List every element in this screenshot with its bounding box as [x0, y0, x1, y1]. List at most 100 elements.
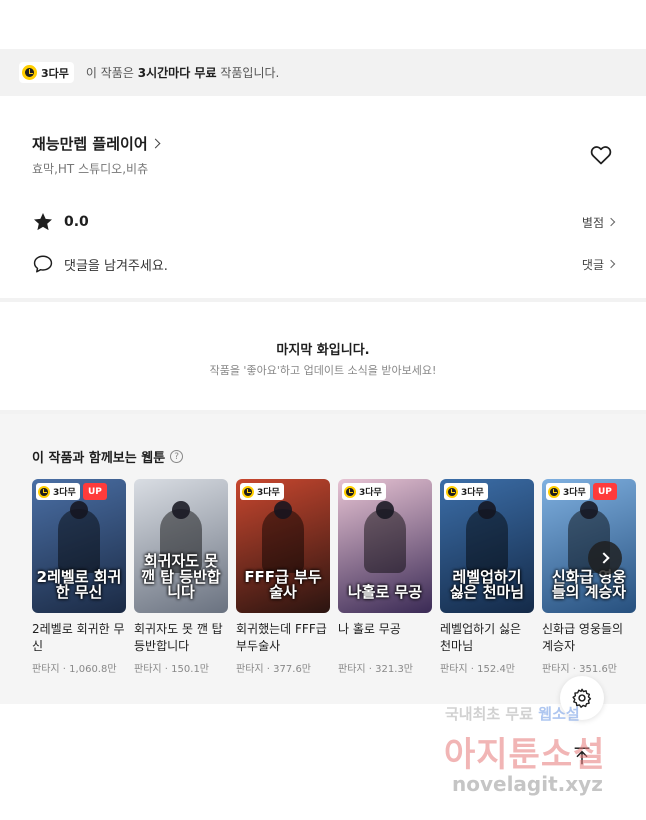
cover-art-figure	[262, 501, 304, 573]
chevron-right-icon	[606, 259, 616, 269]
cover-art-title: 2레벨로 회귀한 무신	[36, 567, 122, 602]
watermark-line1-a: 국내최초 무료	[445, 705, 534, 723]
wait-free-badge-label: 3다무	[41, 66, 69, 80]
recommendation-meta: 판타지 · 377.6만	[236, 660, 330, 675]
cover-art-title: 레벨업하기 싫은 천마님	[449, 567, 525, 602]
watermark-line3: novelagit.xyz	[452, 772, 603, 796]
recommendations-heading-text: 이 작품과 함께보는 웹툰	[32, 451, 166, 466]
recommendation-title[interactable]: 신화급 영웅들의 계승자	[542, 621, 636, 655]
clock-icon	[344, 485, 356, 498]
recommendation-card[interactable]: 3다무 레벨업하기 싫은 천마님 레벨업하기 싫은 천마님 판타지 · 152.4만	[440, 479, 534, 675]
notice-text-prefix: 이 작품은	[85, 66, 134, 80]
last-episode-subtitle: 작품을 '좋아요'하고 업데이트 소식을 받아보세요!	[209, 364, 437, 377]
recommendation-meta: 판타지 · 152.4만	[440, 660, 534, 675]
recommendation-views: 351.6만	[579, 664, 617, 675]
recommendation-views: 377.6만	[273, 664, 311, 675]
wait-free-badge-label: 3다무	[563, 488, 586, 498]
meta-separator: ·	[470, 664, 474, 675]
recommendation-genre: 판타지	[338, 664, 366, 675]
rating-link-label: 별점	[581, 215, 604, 230]
clock-icon	[38, 485, 50, 498]
recommendation-card[interactable]: 3다무 FFF급 부두술사회귀했는데 FFF급 부두술사판타지 · 377.6만	[236, 479, 330, 675]
clock-icon	[22, 65, 37, 80]
wait-free-badge: 3다무	[240, 483, 284, 500]
wait-free-badge: 3다무	[19, 62, 74, 83]
comment-prompt: 댓글을 남겨주세요.	[64, 258, 168, 274]
notice-text-suffix: 작품입니다.	[220, 66, 280, 80]
watermark-line2: 아지툰소설	[444, 735, 606, 775]
recommendations-section: 이 작품과 함께보는 웹툰 ? 3다무 UP 2레벨로 회귀한 무신 2레벨로 회귀한…	[0, 414, 646, 704]
carousel-next-button[interactable]	[588, 541, 622, 575]
work-title: 재능만렙 플레이어	[32, 135, 148, 153]
recommendation-meta: 판타지 · 351.6만	[542, 660, 636, 675]
cover-art-figure	[58, 501, 100, 573]
meta-separator: ·	[368, 664, 372, 675]
meta-separator: ·	[266, 664, 270, 675]
watermark-line1: 국내최초 무료 웹소설	[445, 703, 580, 724]
recommendation-thumbnail[interactable]: 3다무나홀로 무공	[338, 479, 432, 613]
recommendation-views: 1,060.8만	[69, 664, 117, 675]
comment-link-label: 댓글	[581, 257, 604, 272]
recommendation-views: 321.3만	[375, 664, 413, 675]
recommendation-title[interactable]: 회귀했는데 FFF급 부두술사	[236, 621, 330, 655]
recommendation-thumbnail[interactable]: 3다무레벨업하기 싫은 천마님	[440, 479, 534, 613]
wait-free-badge: 3다무	[546, 483, 590, 500]
meta-separator: ·	[572, 664, 576, 675]
heart-icon[interactable]	[589, 143, 613, 167]
free-notice-text: 이 작품은 3시간마다 무료 작품입니다.	[86, 64, 279, 81]
cover-art-figure	[364, 501, 406, 573]
speech-bubble-icon	[33, 255, 53, 273]
work-authors: 효막,HT 스튜디오,비츄	[32, 162, 149, 176]
clock-icon	[548, 485, 560, 498]
recommendation-genre: 판타지	[440, 664, 468, 675]
recommendation-title[interactable]: 회귀자도 못 깬 탑 등반합니다	[134, 621, 228, 655]
recommendation-thumbnail[interactable]: 회귀자도 못깬 탑 등반합니다	[134, 479, 228, 613]
wait-free-badge-label: 3다무	[359, 488, 382, 498]
rating-row: 0.0 별점	[32, 210, 616, 234]
recommendation-card[interactable]: 3다무나홀로 무공나 홀로 무공판타지 · 321.3만	[338, 479, 432, 675]
cover-art-title: 신화급 영웅들의 계승자	[551, 567, 627, 602]
work-title-link[interactable]: 재능만렙 플레이어	[32, 133, 161, 154]
wait-free-badge: 3다무	[36, 483, 80, 500]
cover-art-title: FFF급 부두술사	[244, 567, 322, 602]
cover-art-figure	[466, 501, 508, 573]
watermark-line1-b: 웹소설	[538, 705, 580, 723]
free-notice-bar: 3다무 이 작품은 3시간마다 무료 작품입니다.	[0, 49, 646, 96]
recommendation-genre: 판타지	[542, 664, 570, 675]
cover-art-title: 나홀로 무공	[347, 583, 423, 602]
recommendation-title[interactable]: 2레벨로 회귀한 무신	[32, 621, 126, 655]
recommendation-meta: 판타지 · 1,060.8만	[32, 660, 126, 675]
section-divider	[0, 298, 646, 302]
recommendation-thumbnail[interactable]: 3다무 FFF급 부두술사	[236, 479, 330, 613]
rating-value: 0.0	[64, 214, 89, 230]
recommendation-card[interactable]: 3다무 UP 2레벨로 회귀한 무신 2레벨로 회귀한 무신 판타지 · 1,060.8…	[32, 479, 126, 675]
wait-free-badge-label: 3다무	[257, 488, 280, 498]
comment-row[interactable]: 댓글을 남겨주세요. 댓글	[32, 252, 616, 276]
rating-link[interactable]: 별점	[581, 214, 616, 231]
recommendation-title[interactable]: 나 홀로 무공	[338, 621, 432, 655]
wait-free-badge: 3다무	[342, 483, 386, 500]
up-badge: UP	[593, 483, 617, 500]
cover-art-title: 회귀자도 못깬 탑 등반합니다	[141, 551, 221, 602]
recommendation-thumbnail[interactable]: 3다무 UP 신화급 영웅들의 계승자	[542, 479, 636, 613]
recommendation-genre: 판타지	[32, 664, 60, 675]
clock-icon	[446, 485, 458, 498]
last-episode-title: 마지막 화입니다.	[276, 343, 370, 358]
wait-free-badge-label: 3다무	[53, 488, 76, 498]
recommendation-meta: 판타지 · 150.1만	[134, 660, 228, 675]
wait-free-badge-label: 3다무	[461, 488, 484, 498]
recommendation-genre: 판타지	[236, 664, 264, 675]
comment-link[interactable]: 댓글	[581, 256, 616, 273]
recommendation-card[interactable]: 회귀자도 못깬 탑 등반합니다회귀자도 못 깬 탑 등반합니다판타지 · 150…	[134, 479, 228, 675]
recommendation-title[interactable]: 레벨업하기 싫은 천마님	[440, 621, 534, 655]
star-icon	[34, 213, 52, 231]
recommendation-views: 152.4만	[477, 664, 515, 675]
recommendation-thumbnail[interactable]: 3다무 UP 2레벨로 회귀한 무신	[32, 479, 126, 613]
notice-text-bold: 3시간마다 무료	[137, 66, 217, 80]
help-icon[interactable]: ?	[170, 450, 184, 463]
clock-icon	[242, 485, 254, 498]
recommendation-card[interactable]: 3다무 UP 신화급 영웅들의 계승자 신화급 영웅들의 계승자 판타지 · 351.6…	[542, 479, 636, 675]
chevron-right-icon	[606, 217, 616, 227]
meta-separator: ·	[164, 664, 168, 675]
recommendations-heading: 이 작품과 함께보는 웹툰 ?	[32, 447, 184, 466]
